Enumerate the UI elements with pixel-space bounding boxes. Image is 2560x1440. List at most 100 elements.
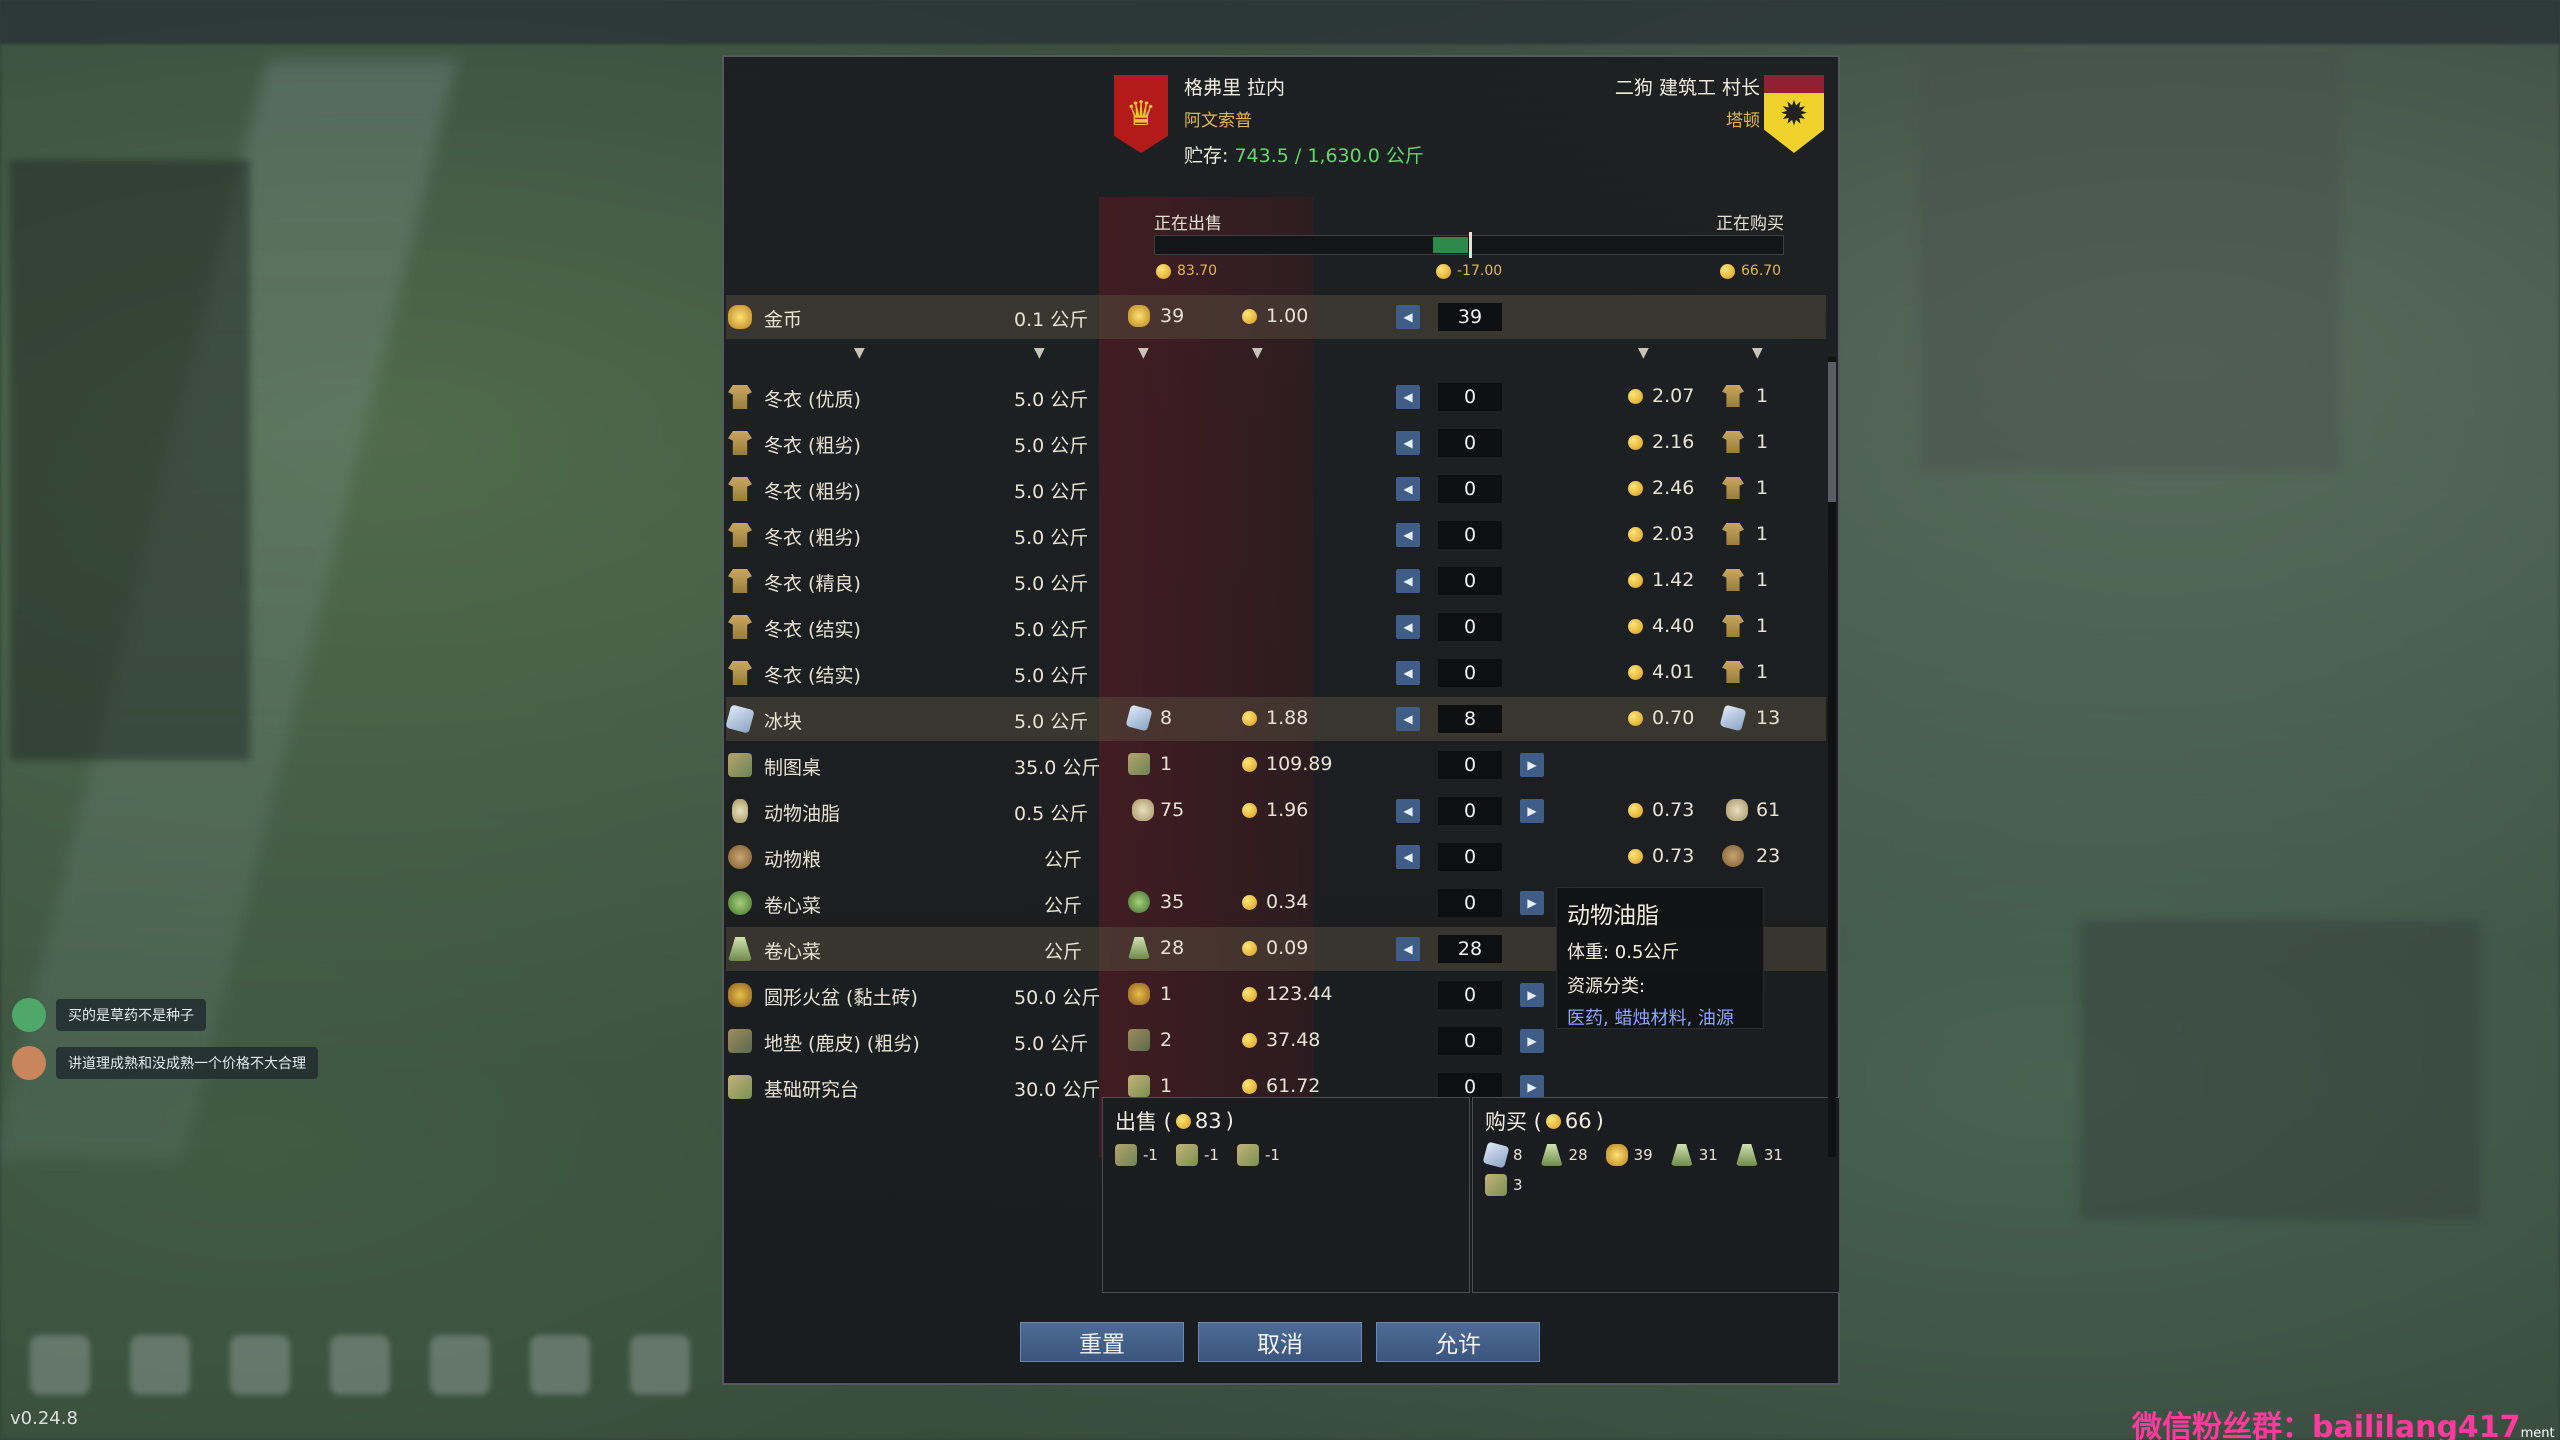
scrollbar-thumb[interactable] [1828, 362, 1836, 502]
summary-item: 8 [1482, 1141, 1523, 1169]
item-row[interactable]: 动物粮 公斤 ◀ 0 0.73 23 [726, 835, 1826, 879]
toolbar-icon[interactable] [530, 1335, 590, 1395]
trader-price: 2.16 [1652, 431, 1695, 453]
item-row[interactable]: 动物油脂 0.5 公斤 75 1.96 ◀ 0 ▶ 0.73 61 [726, 789, 1826, 833]
cloth-icon [1722, 523, 1744, 545]
sort-stock-icon[interactable]: ▼ [1138, 345, 1149, 361]
coin-icon [1242, 711, 1257, 726]
transfer-left-button[interactable]: ◀ [1396, 305, 1420, 329]
quantity-input[interactable]: 0 [1438, 889, 1502, 917]
quantity-input[interactable]: 0 [1438, 843, 1502, 871]
transfer-left-button[interactable]: ◀ [1396, 523, 1420, 547]
table-icon [1128, 753, 1150, 775]
table-icon [1115, 1144, 1137, 1166]
transfer-left-button[interactable]: ◀ [1396, 385, 1420, 409]
currency-row[interactable]: 金币 0.1 公斤 39 1.00 ◀ 39 [726, 295, 1826, 339]
cloth-icon [1722, 431, 1744, 453]
sort-trader-price-icon[interactable]: ▼ [1638, 345, 1649, 361]
quantity-input[interactable]: 0 [1438, 429, 1502, 457]
quantity-input[interactable]: 39 [1438, 303, 1502, 331]
trader-stock: 1 [1756, 615, 1769, 637]
quantity-input[interactable]: 0 [1438, 659, 1502, 687]
item-row[interactable]: 冰块 5.0 公斤 8 1.88 ◀ 8 0.70 13 [725, 697, 1826, 741]
quantity-input[interactable]: 28 [1438, 935, 1502, 963]
item-weight: 5.0 公斤 [1014, 711, 1089, 733]
price: 1.00 [1266, 305, 1309, 327]
quantity-input[interactable]: 0 [1438, 1027, 1502, 1055]
trader-stock: 1 [1756, 477, 1769, 499]
quantity-input[interactable]: 0 [1438, 613, 1502, 641]
gold-icon [1605, 1144, 1628, 1166]
trader-price: 2.07 [1652, 385, 1695, 407]
summary-item: 39 [1605, 1144, 1653, 1166]
transfer-left-button[interactable]: ◀ [1396, 431, 1420, 455]
item-row[interactable]: 制图桌 35.0 公斤 1 109.89 0 ▶ [726, 743, 1826, 787]
item-row[interactable]: 冬衣 (精良) 5.0 公斤 ◀ 0 1.42 1 [726, 559, 1826, 603]
transfer-right-button[interactable]: ▶ [1520, 1029, 1544, 1053]
toolbar-icon[interactable] [330, 1335, 390, 1395]
buying-label: 正在购买 [1716, 214, 1784, 234]
transfer-left-button[interactable]: ◀ [1396, 569, 1420, 593]
item-row[interactable]: 冬衣 (结实) 5.0 公斤 ◀ 0 4.40 1 [726, 605, 1826, 649]
item-name: 制图桌 [764, 757, 822, 779]
transfer-right-button[interactable]: ▶ [1520, 891, 1544, 915]
transfer-left-button[interactable]: ◀ [1396, 707, 1420, 731]
sort-trader-stock-icon[interactable]: ▼ [1752, 345, 1763, 361]
research-icon [1236, 1144, 1259, 1166]
toolbar-icon[interactable] [30, 1335, 90, 1395]
fat-icon [732, 799, 748, 823]
buy-summary: 购买 (66) 8 28 39 31 31 3 [1472, 1097, 1840, 1293]
stock-count: 8 [1160, 707, 1173, 729]
item-row[interactable]: 冬衣 (优质) 5.0 公斤 ◀ 0 2.07 1 [726, 375, 1826, 419]
sort-name-icon[interactable]: ▼ [854, 345, 865, 361]
toolbar-icon[interactable] [130, 1335, 190, 1395]
balance-marker [1469, 232, 1472, 258]
item-name: 冬衣 (粗劣) [764, 527, 861, 549]
sell-summary-items: -1 -1 -1 [1115, 1144, 1457, 1166]
coin-icon [1628, 435, 1643, 450]
quantity-input[interactable]: 0 [1438, 981, 1502, 1009]
item-row[interactable]: 冬衣 (粗劣) 5.0 公斤 ◀ 0 2.16 1 [726, 421, 1826, 465]
coin-icon [1242, 987, 1257, 1002]
transfer-left-button[interactable]: ◀ [1396, 477, 1420, 501]
accept-button[interactable]: 允许 [1376, 1322, 1540, 1362]
toolbar-icon[interactable] [630, 1335, 690, 1395]
transfer-left-button[interactable]: ◀ [1396, 799, 1420, 823]
tooltip-title: 动物油脂 [1567, 903, 1659, 929]
player-name: 格弗里 拉内 [1184, 77, 1286, 99]
cancel-button[interactable]: 取消 [1198, 1322, 1362, 1362]
transfer-right-button[interactable]: ▶ [1520, 983, 1544, 1007]
item-row[interactable]: 冬衣 (粗劣) 5.0 公斤 ◀ 0 2.46 1 [726, 467, 1826, 511]
item-name: 地垫 (鹿皮) (粗劣) [764, 1033, 920, 1055]
item-row[interactable]: 冬衣 (粗劣) 5.0 公斤 ◀ 0 2.03 1 [726, 513, 1826, 557]
transfer-left-button[interactable]: ◀ [1396, 845, 1420, 869]
transfer-left-button[interactable]: ◀ [1396, 937, 1420, 961]
cloth-icon [1722, 477, 1744, 499]
quantity-input[interactable]: 8 [1438, 705, 1502, 733]
quantity-input[interactable]: 0 [1438, 475, 1502, 503]
quantity-input[interactable]: 0 [1438, 383, 1502, 411]
toolbar-icon[interactable] [430, 1335, 490, 1395]
transfer-right-button[interactable]: ▶ [1520, 799, 1544, 823]
quantity-input[interactable]: 0 [1438, 751, 1502, 779]
gold-icon [1128, 305, 1150, 327]
sell-total: 83.70 [1156, 263, 1217, 279]
item-tooltip: 动物油脂 体重: 0.5公斤 资源分类: 医药, 蜡烛材料, 油源 [1556, 887, 1764, 1029]
transfer-left-button[interactable]: ◀ [1396, 615, 1420, 639]
trader-info: 二狗 建筑工 村长 塔顿 [1615, 73, 1760, 131]
sort-weight-icon[interactable]: ▼ [1034, 345, 1045, 361]
quantity-input[interactable]: 0 [1438, 521, 1502, 549]
storage-info: 贮存: 743.5 / 1,630.0 公斤 [1184, 145, 1424, 167]
cloth-icon [728, 615, 752, 639]
quantity-input[interactable]: 0 [1438, 567, 1502, 595]
reset-button[interactable]: 重置 [1020, 1322, 1184, 1362]
item-name: 冰块 [764, 711, 803, 733]
transfer-right-button[interactable]: ▶ [1520, 1075, 1544, 1099]
item-row[interactable]: 冬衣 (结实) 5.0 公斤 ◀ 0 4.01 1 [726, 651, 1826, 695]
coin-icon [1628, 389, 1643, 404]
toolbar-icon[interactable] [230, 1335, 290, 1395]
sort-price-icon[interactable]: ▼ [1252, 345, 1263, 361]
transfer-right-button[interactable]: ▶ [1520, 753, 1544, 777]
transfer-left-button[interactable]: ◀ [1396, 661, 1420, 685]
quantity-input[interactable]: 0 [1438, 797, 1502, 825]
